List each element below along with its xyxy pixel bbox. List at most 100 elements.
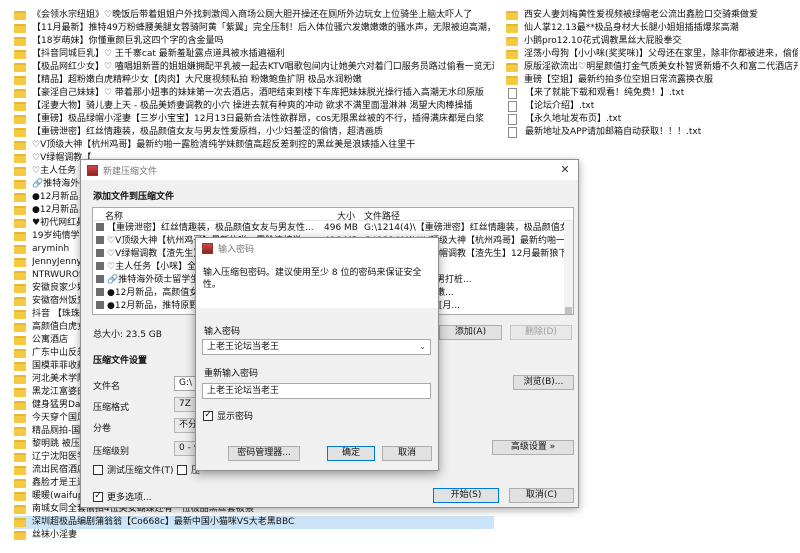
item-name: 【永久地址发布页】.txt bbox=[525, 114, 622, 124]
folder-icon bbox=[14, 440, 26, 449]
folder-icon bbox=[14, 401, 26, 410]
item-name: 深圳超极品编剧蒲翁翁【Co668c】最新中国小猫咪VS大老黑BBC bbox=[32, 517, 295, 527]
folder-item[interactable]: 小鹅pro12.10花式调教黑丝大屁股拳交 bbox=[506, 35, 798, 48]
folder-icon bbox=[14, 11, 26, 20]
column-header-path[interactable]: 文件路径 bbox=[364, 209, 400, 222]
test-archive-checkbox[interactable]: 测试压缩文件(T) bbox=[93, 463, 174, 476]
folder-item[interactable]: 淫荡小母狗【小小咪(奖奖咪)】父母还在家里，除非你都被进来，偷偷给你操一把。伦超 bbox=[506, 48, 798, 61]
format-label: 压缩格式 bbox=[93, 403, 130, 413]
add-button[interactable]: 添加(A) bbox=[439, 325, 502, 340]
ok-button[interactable]: 确定 bbox=[327, 446, 375, 461]
folder-item[interactable]: 丝袜小淫妻 bbox=[14, 529, 494, 542]
cancel-button[interactable]: 取消(C) bbox=[509, 488, 574, 503]
folder-icon bbox=[506, 63, 518, 72]
folder-icon bbox=[14, 154, 26, 163]
folder-item[interactable]: 重磅【空姐】最新约拍多位空姐日常流露换衣服 bbox=[506, 74, 798, 87]
folder-item[interactable]: 【精品】超粉嫩白虎精粹少女【肉肉】大尺度视频私拍 粉嫩鲍鱼扩阴 极品水润粉嫩 bbox=[14, 74, 494, 87]
folder-icon bbox=[14, 427, 26, 436]
folder-icon bbox=[14, 362, 26, 371]
start-button[interactable]: 开始(S) bbox=[433, 488, 499, 503]
delete-button[interactable]: 删除(D) bbox=[510, 325, 572, 340]
folder-icon bbox=[14, 24, 26, 33]
folder-item[interactable]: 西安人妻刘梅黄性爱视频被绿帽老公流出鑫脸口交骑乘做爱 bbox=[506, 9, 798, 22]
archive-app-icon bbox=[202, 242, 213, 254]
item-name: ♡V顶级大神【杭州鸡哥】最新约啪一露脸清纯学妹颜值高超反差刺控的黑丝美是浪婊插入… bbox=[32, 140, 416, 150]
item-name: 【极品网红少女】♡ 嗑唱姐新晋的姐姐嫌拥配平乳被一起去KTV唱歌包间内让她美穴对… bbox=[32, 62, 494, 72]
vertical-scrollbar[interactable] bbox=[564, 221, 573, 314]
more-options-label: 更多选项... bbox=[107, 493, 152, 503]
password-cancel-button[interactable]: 取消 bbox=[382, 446, 432, 461]
confirm-password-input[interactable]: 上老王论坛当老王 bbox=[202, 383, 431, 399]
folder-icon bbox=[14, 453, 26, 462]
advanced-settings-button[interactable]: 高级设置 » bbox=[492, 440, 574, 455]
folder-item[interactable]: 【淫妻大物】骑儿妻上天 - 极品美娇妻调教的小穴 操进去就有种爽的冲动 欲求不满… bbox=[14, 100, 494, 113]
folder-item[interactable]: 【豪淫自己妹妹】♡ 带着那小妞事的妹妹第一次去酒店，酒吧结束到楼下车库把妹妹脱光… bbox=[14, 87, 494, 100]
add-files-heading: 添加文件到压缩文件 bbox=[93, 192, 175, 202]
password-input[interactable]: 上老王论坛当老王 ⌄ bbox=[202, 339, 431, 355]
password-manager-button[interactable]: 密码管理器... bbox=[228, 446, 300, 461]
folder-item[interactable]: 【重磅】极品绿帽小淫妻【三岁小宝宝】12月13日最新合法性欲群昂，cos无限黑丝… bbox=[14, 113, 494, 126]
folder-item[interactable]: 【极品网红少女】♡ 嗑唱姐新晋的姐姐嫌拥配平乳被一起去KTV唱歌包间内让她美穴对… bbox=[14, 61, 494, 74]
item-name: 西安人妻刘梅黄性爱视频被绿帽老公流出鑫脸口交骑乘做爱 bbox=[524, 10, 759, 20]
item-name: 【11月最新】推特49万粉蜂腰美腿女蓉骑阿黄「紫翼」完全压制！后入体位骚穴发嫩嫩… bbox=[32, 23, 494, 33]
folder-icon bbox=[96, 236, 104, 244]
item-name: 【豪淫自己妹妹】♡ 带着那小妞事的妹妹第一次去酒店，酒吧结束到楼下车库把妹妹脱光… bbox=[32, 88, 484, 98]
folder-icon bbox=[14, 76, 26, 85]
volume-select[interactable]: 不分 bbox=[174, 418, 196, 433]
dialog-titlebar[interactable]: 新建压缩文件 bbox=[81, 160, 578, 180]
archive-settings-heading: 压缩文件设置 bbox=[93, 356, 148, 366]
password-dialog-titlebar[interactable]: 输入密码 bbox=[196, 238, 438, 258]
folder-item[interactable]: 原版淫欲流出♡明星颜值打金气质美女朴智贤新婚不久和富二代酒店开房偷情视频 bbox=[506, 61, 798, 74]
password-label: 输入密码 bbox=[204, 327, 241, 337]
browse-button[interactable]: 浏览(B)... bbox=[513, 375, 574, 390]
archive-app-icon bbox=[87, 164, 98, 176]
table-row[interactable]: 【重磅泄密】红丝情趣装，极品颜值女友与男友性... 496 MB G:\1214(4… bbox=[93, 222, 573, 235]
folder-icon bbox=[96, 223, 104, 231]
password-dialog: 输入密码 输入压缩包密码。建议使用至少 8 位的密码来保证安全性。 输入密码 上… bbox=[195, 237, 439, 471]
file-item[interactable]: 最新地址及APP请加邮箱自动获取！！！.txt bbox=[506, 126, 798, 139]
chevron-down-icon[interactable]: ⌄ bbox=[419, 340, 426, 354]
row-size-cell: 496 MB bbox=[324, 223, 358, 233]
file-item[interactable]: 【永久地址发布页】.txt bbox=[506, 113, 798, 126]
folder-item[interactable]: ♡V顶级大神【杭州鸡哥】最新约啪一露脸清纯学妹颜值高超反差刺控的黑丝美是浪婊插入… bbox=[14, 139, 494, 152]
checkbox-box[interactable] bbox=[93, 464, 103, 475]
checkbox-box-checked[interactable]: ✓ bbox=[93, 491, 103, 502]
file-item[interactable]: 【论坛介绍】.txt bbox=[506, 100, 798, 113]
folder-icon bbox=[14, 375, 26, 384]
file-item[interactable]: 【来了就能下载和观看！纯免费！】.txt bbox=[506, 87, 798, 100]
folder-icon bbox=[14, 37, 26, 46]
folder-icon bbox=[96, 288, 104, 296]
filename-input[interactable]: G:\ bbox=[174, 376, 196, 391]
filename-label: 文件名 bbox=[93, 382, 121, 392]
item-name: 【重磅】极品绿帽小淫妻【三岁小宝宝】12月13日最新合法性欲群昂，cos无限黑丝… bbox=[32, 114, 485, 124]
folder-icon bbox=[14, 414, 26, 423]
column-header-name[interactable]: 名称 bbox=[105, 209, 123, 222]
folder-item[interactable]: 仙人掌12.13最**极品身材大长腿小姐姐插插爆浆高潮 bbox=[506, 22, 798, 35]
folder-item[interactable]: 【抖音同城巨乳】♡ 王千寨cat 最新羞耻露点道具被水插遍福利 bbox=[14, 48, 494, 61]
item-name: 【重磅泄密】红丝情趣装，极品颜值女友与男友性爱原档，小少妇羞涩的偷情，超清画质 bbox=[32, 127, 384, 137]
folder-icon bbox=[506, 24, 518, 33]
show-password-label: 显示密码 bbox=[217, 412, 254, 422]
folder-item[interactable]: 【18岁萌妹】你懂重颜巨乳这四个字的含金量吗 bbox=[14, 35, 494, 48]
checkbox-box-checked[interactable]: ✓ bbox=[203, 410, 213, 421]
format-select[interactable]: 7Z bbox=[174, 397, 196, 412]
folder-item[interactable]: 【11月最新】推特49万粉蜂腰美腿女蓉骑阿黄「紫翼」完全压制！后入体位骚穴发嫩嫩… bbox=[14, 22, 494, 35]
row-name-text: ●12月新品，高颜值女导 bbox=[107, 288, 208, 298]
more-options-checkbox[interactable]: ✓ 更多选项... bbox=[93, 490, 152, 503]
folder-icon bbox=[14, 115, 26, 124]
item-name: 《会领水宗纽姐》♡晚饭后带着姐姐户外找刺激闯入商场公厕大胆开操还在厕所外边玩女上… bbox=[32, 10, 473, 20]
folder-item[interactable]: 深圳超极品编剧蒲翁翁【Co668c】最新中国小猫咪VS大老黑BBC bbox=[14, 516, 494, 529]
folder-item[interactable]: 【重磅泄密】红丝情趣装，极品颜值女友与男友性爱原档，小少妇羞涩的偷情，超清画质 bbox=[14, 126, 494, 139]
close-icon[interactable]: ✕ bbox=[558, 163, 572, 176]
level-select[interactable]: 0 - 仅 bbox=[174, 441, 196, 456]
show-password-checkbox[interactable]: ✓ 显示密码 bbox=[203, 409, 253, 422]
scrollbar-thumb[interactable] bbox=[565, 307, 572, 314]
file-list-right: 西安人妻刘梅黄性爱视频被绿帽老公流出鑫脸口交骑乘做爱仙人掌12.13最**极品身… bbox=[506, 9, 798, 139]
folder-item[interactable]: 《会领水宗纽姐》♡晚饭后带着姐姐户外找刺激闯入商场公厕大胆开操还在厕所外边玩女上… bbox=[14, 9, 494, 22]
checkbox-box[interactable] bbox=[177, 464, 187, 475]
folder-icon bbox=[14, 219, 26, 228]
folder-icon bbox=[14, 349, 26, 358]
column-header-size[interactable]: 大小 bbox=[337, 209, 355, 222]
item-name: aryminh bbox=[32, 244, 70, 254]
folder-icon bbox=[96, 275, 104, 283]
